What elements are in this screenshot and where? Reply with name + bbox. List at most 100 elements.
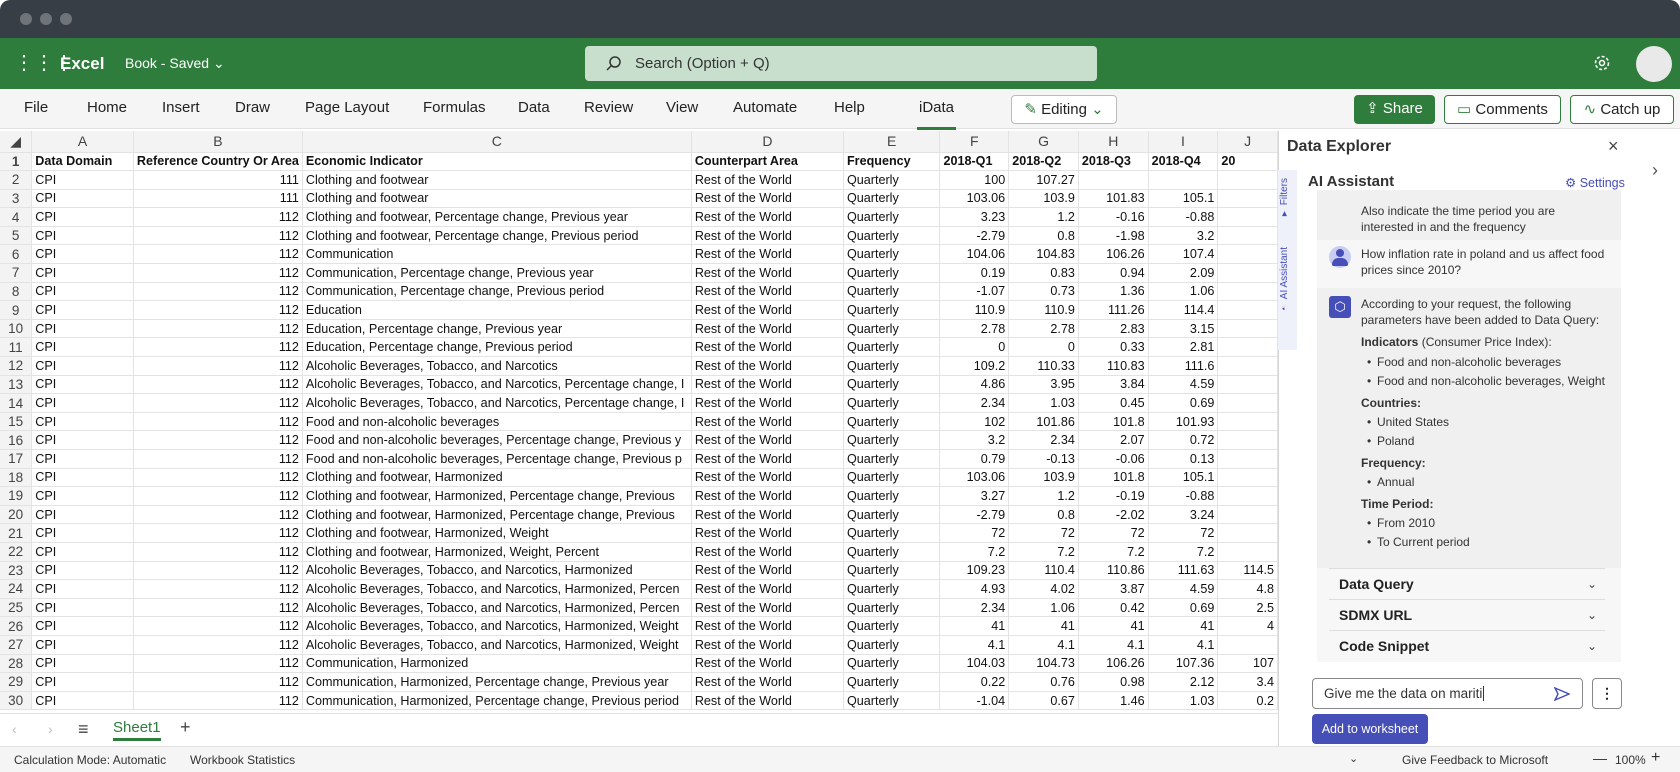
row-header[interactable]: 23	[0, 561, 33, 581]
cell[interactable]: 0.19	[939, 263, 1010, 283]
minimize-window-button[interactable]	[40, 13, 52, 25]
cell[interactable]: 41	[1078, 616, 1149, 636]
cell[interactable]: Alcoholic Beverages, Tobacco, and Narcot…	[302, 356, 692, 376]
cell[interactable]: Quarterly	[843, 635, 941, 655]
cell[interactable]: CPI	[31, 523, 134, 543]
cell[interactable]: -0.06	[1078, 449, 1149, 469]
cell[interactable]: 1.36	[1078, 282, 1149, 302]
cell[interactable]: -2.79	[939, 226, 1010, 246]
cell[interactable]: 20	[1217, 152, 1278, 172]
cell[interactable]: 3.23	[939, 207, 1010, 227]
cell[interactable]: CPI	[31, 226, 134, 246]
row-header[interactable]: 27	[0, 635, 33, 655]
cell[interactable]: Communication, Percentage change, Previo…	[302, 282, 692, 302]
cell[interactable]: Quarterly	[843, 282, 941, 302]
cell[interactable]: 0.73	[1008, 282, 1079, 302]
cell[interactable]: Frequency	[843, 152, 941, 172]
row-header[interactable]: 6	[0, 244, 33, 265]
cell[interactable]: 103.06	[939, 468, 1010, 488]
cell[interactable]: 4	[1217, 616, 1278, 636]
cell[interactable]: Alcoholic Beverages, Tobacco, and Narcot…	[302, 598, 692, 618]
cell[interactable]: Food and non-alcoholic beverages, Percen…	[302, 449, 692, 469]
zoom-out-icon[interactable]: —	[1593, 750, 1607, 766]
cell[interactable]: 112	[133, 412, 303, 432]
settings-link[interactable]: ⚙ Settings	[1565, 175, 1625, 190]
cell[interactable]: CPI	[31, 300, 134, 320]
cell[interactable]: 112	[133, 282, 303, 302]
cell[interactable]: Rest of the World	[691, 170, 844, 190]
row-header[interactable]: 5	[0, 226, 33, 246]
search-input[interactable]: Search (Option + Q)	[585, 46, 1097, 81]
cell[interactable]: 4.8	[1217, 579, 1278, 599]
cell[interactable]: 2.78	[1008, 319, 1079, 339]
cell[interactable]: Clothing and footwear, Harmonized	[302, 468, 692, 488]
cell[interactable]: Communication	[302, 244, 692, 265]
cell[interactable]: Rest of the World	[691, 393, 844, 413]
tab-filters[interactable]: ▾ Filters	[1279, 172, 1296, 224]
cell[interactable]: Rest of the World	[691, 691, 844, 711]
cell[interactable]: 112	[133, 468, 303, 488]
cell[interactable]: Quarterly	[843, 691, 941, 711]
cell[interactable]: Rest of the World	[691, 561, 844, 581]
cell[interactable]: Clothing and footwear	[302, 170, 692, 190]
cell[interactable]: CPI	[31, 337, 134, 358]
row-header[interactable]: 1	[0, 152, 33, 172]
catch-up-button[interactable]: ∿ Catch up	[1570, 95, 1674, 124]
column-header[interactable]: F	[939, 131, 1010, 153]
cell[interactable]: CPI	[31, 430, 134, 450]
column-header[interactable]: J	[1217, 131, 1278, 153]
cell[interactable]: 1.06	[1148, 282, 1219, 302]
cell[interactable]: 112	[133, 542, 303, 562]
tab-view[interactable]: View	[666, 89, 698, 127]
cell[interactable]: Quarterly	[843, 393, 941, 413]
cell[interactable]: Rest of the World	[691, 356, 844, 376]
tab-ai-assistant[interactable]: ◔ AI Assistant	[1279, 240, 1296, 320]
cell[interactable]: 3.87	[1078, 579, 1149, 599]
cell[interactable]: CPI	[31, 449, 134, 469]
cell[interactable]: 106.26	[1078, 244, 1149, 265]
cell[interactable]: Clothing and footwear, Percentage change…	[302, 207, 692, 227]
cell[interactable]: Clothing and footwear, Percentage change…	[302, 226, 692, 246]
row-header[interactable]: 14	[0, 393, 33, 413]
cell[interactable]: Quarterly	[843, 226, 941, 246]
cell[interactable]: 0.8	[1008, 226, 1079, 246]
cell[interactable]: Counterpart Area	[691, 152, 844, 172]
cell[interactable]: 104.03	[939, 654, 1010, 674]
cell[interactable]: Communication, Harmonized, Percentage ch…	[302, 691, 692, 711]
workbook-statistics[interactable]: Workbook Statistics	[190, 753, 295, 767]
row-header[interactable]: 18	[0, 468, 33, 488]
cell[interactable]: CPI	[31, 561, 134, 581]
cell[interactable]	[1217, 523, 1278, 543]
cell[interactable]: 2018-Q1	[939, 152, 1010, 172]
row-header[interactable]: 2	[0, 170, 33, 190]
cell[interactable]: Quarterly	[843, 207, 941, 227]
row-header[interactable]: 12	[0, 356, 33, 376]
cell[interactable]: Data Domain	[31, 152, 134, 172]
cell[interactable]	[1217, 282, 1278, 302]
column-header[interactable]: E	[843, 131, 941, 153]
cell[interactable]: Quarterly	[843, 561, 941, 581]
cell[interactable]: 112	[133, 319, 303, 339]
cell[interactable]: Rest of the World	[691, 616, 844, 636]
cell[interactable]: 101.8	[1078, 412, 1149, 432]
cell[interactable]: -1.07	[939, 282, 1010, 302]
cell[interactable]: 3.15	[1148, 319, 1219, 339]
status-chevron-icon[interactable]: ⌄	[1349, 752, 1358, 765]
cell[interactable]: Rest of the World	[691, 207, 844, 227]
cell[interactable]: Quarterly	[843, 505, 941, 525]
cell[interactable]	[1217, 468, 1278, 488]
tab-draw[interactable]: Draw	[235, 89, 270, 127]
cell[interactable]: 7.2	[1148, 542, 1219, 562]
chat-history[interactable]: Also indicate the time period you are in…	[1317, 190, 1621, 662]
cell[interactable]: Quarterly	[843, 356, 941, 376]
chat-input[interactable]: Give me the data on mariti	[1312, 678, 1583, 709]
cell[interactable]: 112	[133, 263, 303, 283]
cell[interactable]: 0.45	[1078, 393, 1149, 413]
cell[interactable]: 72	[939, 523, 1010, 543]
cell[interactable]: 112	[133, 505, 303, 525]
cell[interactable]: 2.34	[1008, 430, 1079, 450]
share-button[interactable]: ⇪ Share	[1354, 95, 1435, 124]
cell[interactable]: CPI	[31, 412, 134, 432]
cell[interactable]: 103.06	[939, 189, 1010, 209]
cell[interactable]: CPI	[31, 244, 134, 265]
